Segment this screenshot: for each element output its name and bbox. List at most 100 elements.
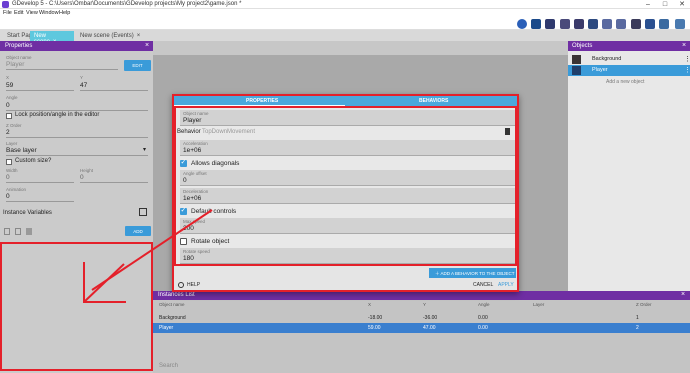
search-input[interactable]: Search [159,363,178,369]
divider [80,182,148,183]
x-field[interactable]: 59 [6,82,13,89]
column-header-y[interactable]: Y [423,302,426,307]
add-new-object-button[interactable]: Add a new object [606,79,644,85]
divider [6,201,74,202]
menu-window[interactable]: Window [39,10,59,16]
menu-file[interactable]: File [3,10,12,16]
field-value: 1e+06 [183,195,202,202]
edit-button[interactable]: EDIT [124,60,151,71]
column-header-layer[interactable]: Layer [533,302,544,307]
behavior-label: Behavior [177,129,201,135]
more-menu-icon[interactable]: ⋮ [684,66,690,74]
close-panel-icon[interactable]: × [681,291,685,298]
object-item-background[interactable]: Background ⋮ [568,54,690,65]
menu-view[interactable]: View [26,10,38,16]
properties-panel-icon[interactable] [560,19,570,29]
instances-list-icon[interactable] [574,19,584,29]
chevron-down-icon[interactable]: ▾ [143,146,146,153]
field-value: Player [183,117,202,124]
max-speed-field[interactable]: Max speed 200 [180,218,515,234]
minimize-icon[interactable]: – [640,0,656,9]
zorder-field[interactable]: 2 [6,129,10,136]
open-external-icon[interactable] [139,208,147,216]
custom-size-checkbox[interactable] [6,159,12,165]
height-field[interactable]: 0 [80,174,84,181]
angle-field[interactable]: 0 [6,102,10,109]
checkbox-label: Default controls [191,207,237,215]
background-thumbnail-icon [572,55,581,64]
unchecked-icon [180,238,187,245]
paste-icon[interactable] [15,228,21,235]
scene-settings-icon[interactable] [675,19,685,29]
column-header-zorder[interactable]: Z Order [636,302,652,307]
lock-checkbox[interactable] [6,113,12,119]
tab-new-scene[interactable]: New scene× [30,31,74,45]
field-label: Angle offset [183,171,207,176]
menu-bar: File Edit View Window Help [0,9,690,18]
object-item-player[interactable]: Player ⋮ [568,65,690,76]
menu-help[interactable]: Help [59,10,70,16]
field-label: Acceleration [183,141,208,146]
field-value: 1e+06 [183,147,202,154]
copy-icon[interactable] [4,228,10,235]
add-variable-button[interactable]: ADD [125,226,151,236]
layer-select[interactable]: Base layer [6,147,37,154]
custom-size-label: Custom size? [15,158,52,164]
column-header-x[interactable]: X [368,302,371,307]
zoom-icon[interactable] [659,19,669,29]
tab-properties[interactable]: PROPERTIES [246,98,278,104]
deceleration-field[interactable]: Deceleration 1e+06 [180,188,515,204]
divider [6,182,74,183]
layers-icon[interactable] [588,19,598,29]
toggle-grid-icon[interactable] [645,19,655,29]
trash-icon[interactable] [505,128,510,135]
help-icon[interactable] [178,282,184,288]
instances-list-panel: Instances List × Object name X Y Angle L… [153,291,690,373]
object-label: Background [592,56,622,62]
preview-play-icon[interactable] [517,19,527,29]
y-field[interactable]: 47 [80,82,87,89]
field-label: Max speed [183,219,206,224]
divider [6,90,74,91]
default-controls-checkbox[interactable]: Default controls [180,206,515,217]
delete-icon[interactable] [631,19,641,29]
add-label: ADD [133,228,143,234]
table-row[interactable]: Background -18.00 -36.00 0.00 1 [153,313,690,323]
object-name-field[interactable]: Object name Player [180,110,515,126]
close-window-icon[interactable]: ✕ [674,0,690,9]
menu-edit[interactable]: Edit [14,10,23,16]
close-panel-icon[interactable]: × [682,42,686,49]
column-header-object-name[interactable]: Object name [159,302,185,307]
instances-header: Instances List × [153,291,690,300]
objects-groups-icon[interactable] [545,19,555,29]
close-panel-icon[interactable]: × [145,42,149,49]
trash-icon[interactable] [26,228,32,235]
add-behavior-button[interactable]: ＋ ADD A BEHAVIOR TO THE OBJECT [429,268,516,278]
cell-name: Background [159,315,186,321]
tab-behaviors[interactable]: BEHAVIORS [419,98,448,104]
rotate-speed-field[interactable]: Rotate speed 180 [180,248,515,264]
tab-new-scene-events[interactable]: New scene (Events) × [76,31,146,41]
properties-panel: Properties × Object name Player EDIT X 5… [0,41,153,373]
column-header-angle[interactable]: Angle [478,302,490,307]
help-button[interactable]: HELP [187,282,200,288]
animation-field[interactable]: 0 [6,193,10,200]
rotate-object-checkbox[interactable]: Rotate object [180,236,515,247]
angle-label: Angle [6,95,18,100]
width-field[interactable]: 0 [6,174,10,181]
more-menu-icon[interactable]: ⋮ [684,55,690,63]
field-label: Deceleration [183,189,209,194]
angle-offset-field[interactable]: Angle offset 0 [180,170,515,186]
allows-diagonals-checkbox[interactable]: Allows diagonals [180,158,515,169]
cancel-button[interactable]: CANCEL [473,282,493,288]
maximize-icon[interactable]: □ [657,0,673,9]
acceleration-field[interactable]: Acceleration 1e+06 [180,140,515,156]
apply-button[interactable]: APPLY [498,282,514,288]
redo-icon[interactable] [616,19,626,29]
object-label: Player [592,67,608,73]
undo-icon[interactable] [602,19,612,29]
cell-zorder: 2 [636,325,639,331]
table-row[interactable]: Player 59.00 47.00 0.00 2 [153,323,690,333]
network-preview-icon[interactable] [531,19,541,29]
dialog-tab-bar: PROPERTIES BEHAVIORS [174,96,517,106]
